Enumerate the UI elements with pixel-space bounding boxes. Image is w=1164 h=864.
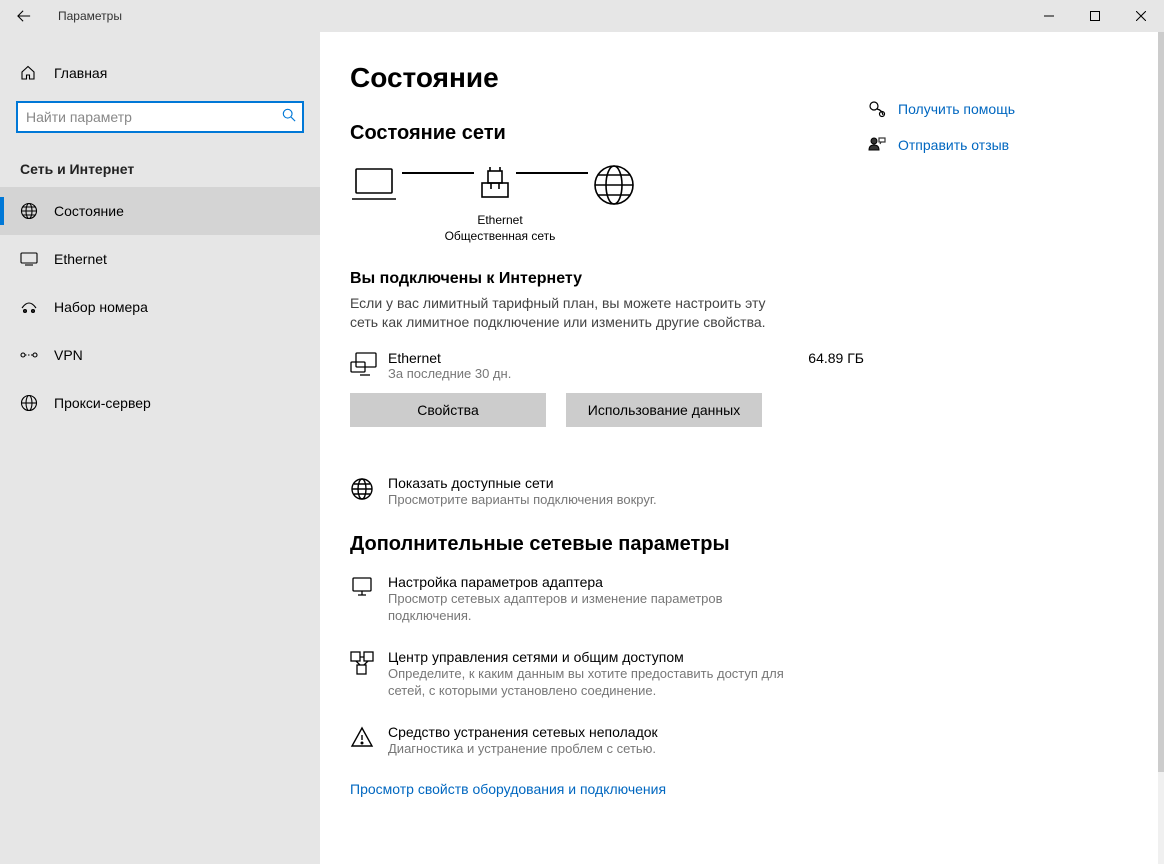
item-title: Средство устранения сетевых неполадок xyxy=(388,724,868,740)
nav-label: Состояние xyxy=(54,203,124,219)
adapter-settings-item[interactable]: Настройка параметров адаптера Просмотр с… xyxy=(350,574,868,625)
diagram-labels: Ethernet Общественная сеть xyxy=(350,213,650,244)
section-heading: Состояние сети xyxy=(350,122,868,145)
link-label: Отправить отзыв xyxy=(898,137,1009,153)
vpn-icon xyxy=(20,349,40,361)
dialup-icon xyxy=(20,300,40,314)
router-icon xyxy=(478,165,512,205)
warning-icon xyxy=(350,724,388,748)
close-button[interactable] xyxy=(1118,0,1164,32)
home-button[interactable]: Главная xyxy=(0,57,320,89)
titlebar: Параметры xyxy=(0,0,1164,32)
nav-dialup[interactable]: Набор номера xyxy=(0,283,320,331)
nav-label: VPN xyxy=(54,347,83,363)
connection-line xyxy=(516,172,588,174)
nav-proxy[interactable]: Прокси-сервер xyxy=(0,379,320,427)
monitor-icon xyxy=(350,350,388,376)
globe-icon xyxy=(592,163,636,207)
item-title: Настройка параметров адаптера xyxy=(388,574,868,590)
help-icon xyxy=(868,100,892,118)
get-help-link[interactable]: Получить помощь xyxy=(868,100,1128,118)
home-label: Главная xyxy=(54,65,107,81)
item-desc: Просмотрите варианты подключения вокруг. xyxy=(388,491,788,509)
connected-description: Если у вас лимитный тарифный план, вы мо… xyxy=(350,294,770,332)
nav-label: Ethernet xyxy=(54,251,107,267)
nav-label: Набор номера xyxy=(54,299,148,315)
item-desc: Диагностика и устранение проблем с сетью… xyxy=(388,740,788,758)
back-button[interactable] xyxy=(0,0,48,32)
troubleshooter-item[interactable]: Средство устранения сетевых неполадок Ди… xyxy=(350,724,868,758)
item-desc: Просмотр сетевых адаптеров и изменение п… xyxy=(388,590,788,625)
section-heading: Дополнительные сетевые параметры xyxy=(350,533,868,556)
window-controls xyxy=(1026,0,1164,32)
category-label: Сеть и Интернет xyxy=(20,161,320,177)
nav-label: Прокси-сервер xyxy=(54,395,151,411)
diagram-name: Ethernet xyxy=(350,213,650,229)
diagram-type: Общественная сеть xyxy=(350,229,650,245)
home-icon xyxy=(20,65,40,81)
network-diagram xyxy=(350,163,868,207)
search-input[interactable] xyxy=(26,109,282,125)
scrollbar[interactable] xyxy=(1158,32,1164,864)
nav-ethernet[interactable]: Ethernet xyxy=(0,235,320,283)
status-icon xyxy=(20,202,40,220)
connection-period: За последние 30 дн. xyxy=(388,366,808,381)
minimize-button[interactable] xyxy=(1026,0,1072,32)
search-box[interactable] xyxy=(16,101,304,133)
device-icon xyxy=(350,165,398,205)
window-title: Параметры xyxy=(58,9,122,23)
properties-button[interactable]: Свойства xyxy=(350,393,546,427)
connection-usage: 64.89 ГБ xyxy=(808,350,864,366)
feedback-icon xyxy=(868,136,892,154)
sidebar: Главная Сеть и Интернет Состояние Ethern… xyxy=(0,32,320,864)
hardware-properties-link[interactable]: Просмотр свойств оборудования и подключе… xyxy=(350,781,868,797)
search-icon xyxy=(282,108,296,127)
page-title: Состояние xyxy=(350,62,868,94)
nav-status[interactable]: Состояние xyxy=(0,187,320,235)
maximize-button[interactable] xyxy=(1072,0,1118,32)
connected-heading: Вы подключены к Интернету xyxy=(350,270,868,288)
link-label: Получить помощь xyxy=(898,101,1015,117)
sharing-icon xyxy=(350,649,388,675)
proxy-icon xyxy=(20,394,40,412)
scrollbar-thumb[interactable] xyxy=(1158,32,1164,772)
item-title: Показать доступные сети xyxy=(388,475,868,491)
ethernet-icon xyxy=(20,251,40,267)
globe-icon xyxy=(350,475,388,501)
main-content: Состояние Состояние сети Ethernet Общест… xyxy=(320,32,1158,864)
nav-vpn[interactable]: VPN xyxy=(0,331,320,379)
aside-links: Получить помощь Отправить отзыв xyxy=(868,62,1128,864)
sharing-center-item[interactable]: Центр управления сетями и общим доступом… xyxy=(350,649,868,700)
adapter-icon xyxy=(350,574,388,598)
connection-row: Ethernet За последние 30 дн. 64.89 ГБ xyxy=(350,350,868,381)
data-usage-button[interactable]: Использование данных xyxy=(566,393,762,427)
available-networks-item[interactable]: Показать доступные сети Просмотрите вари… xyxy=(350,475,868,509)
feedback-link[interactable]: Отправить отзыв xyxy=(868,136,1128,154)
connection-name: Ethernet xyxy=(388,350,808,366)
item-desc: Определите, к каким данным вы хотите пре… xyxy=(388,665,788,700)
connection-line xyxy=(402,172,474,174)
item-title: Центр управления сетями и общим доступом xyxy=(388,649,868,665)
